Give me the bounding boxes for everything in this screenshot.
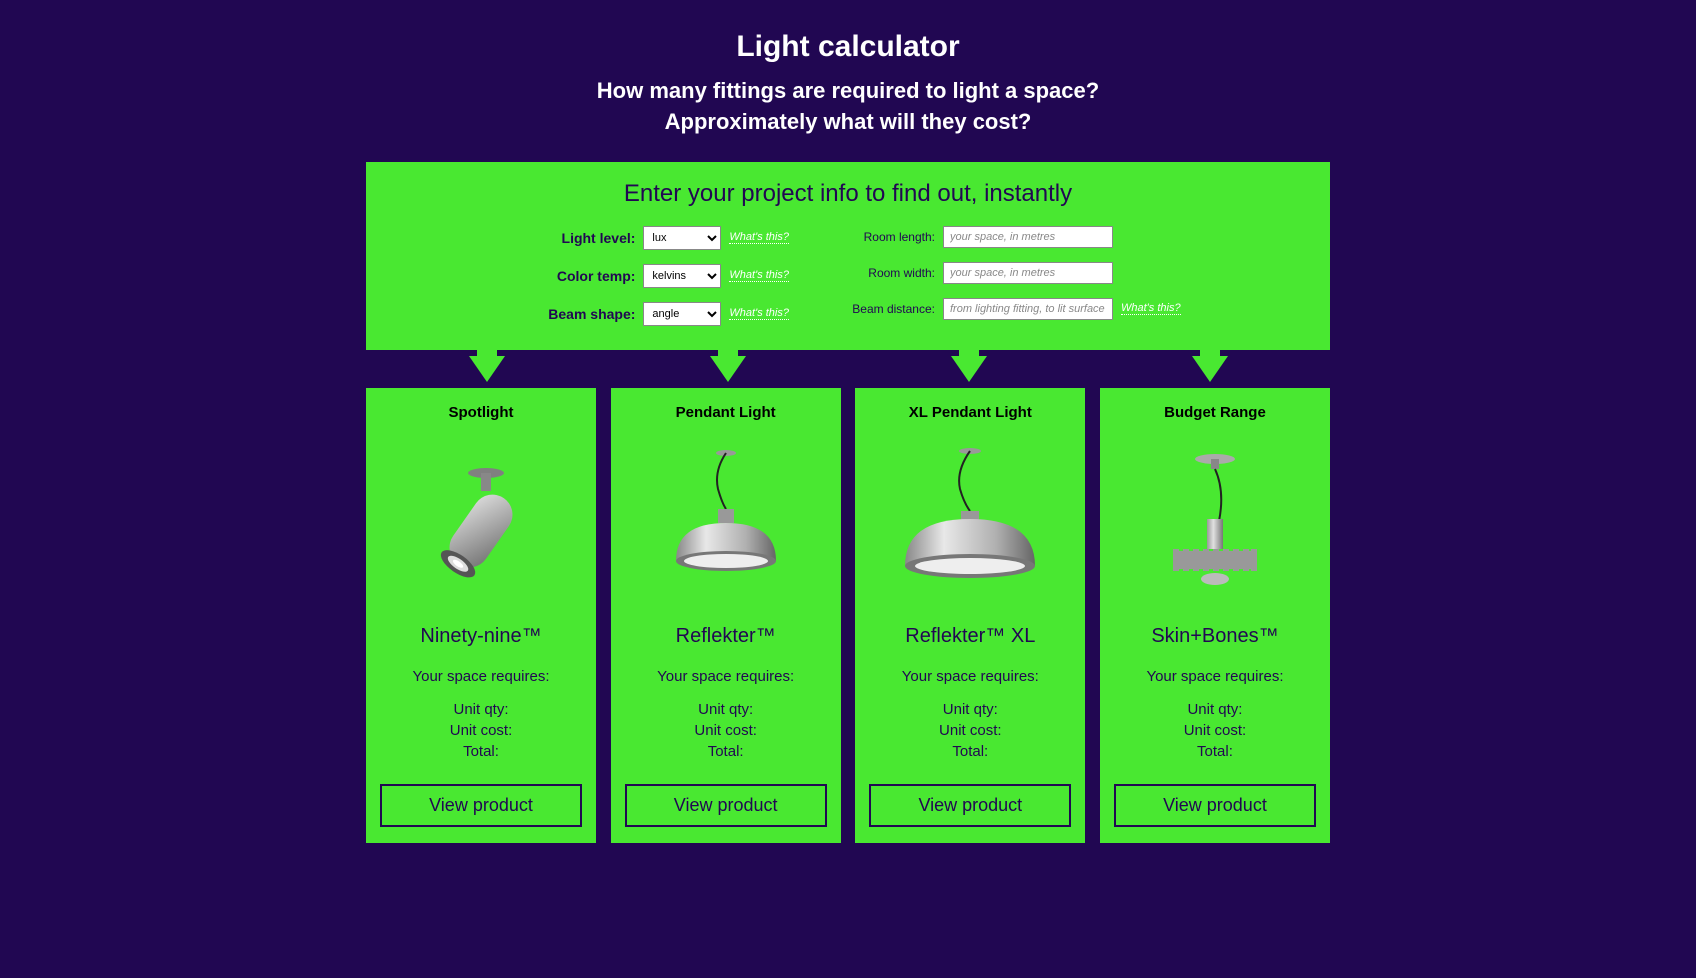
arrow-down-icon: [951, 356, 987, 382]
card-total-label: Total:: [939, 741, 1002, 762]
card-product-name: Reflekter™ XL: [905, 625, 1035, 648]
card-requires-label: Your space requires:: [902, 668, 1039, 685]
card-qty-label: Unit qty:: [1184, 699, 1247, 720]
beam-distance-label: Beam distance:: [825, 302, 935, 316]
view-product-button[interactable]: View product: [869, 784, 1071, 827]
card-requires-label: Your space requires:: [1146, 668, 1283, 685]
view-product-button[interactable]: View product: [380, 784, 582, 827]
beam-distance-input[interactable]: [943, 298, 1113, 320]
card-cost-label: Unit cost:: [450, 720, 513, 741]
card-total-label: Total:: [694, 741, 757, 762]
beam-shape-help-link[interactable]: What's this?: [729, 307, 789, 320]
card-total-label: Total:: [450, 741, 513, 762]
card-qty-label: Unit qty:: [939, 699, 1002, 720]
card-type-label: XL Pendant Light: [909, 404, 1032, 421]
subtitle-line-2: Approximately what will they cost?: [348, 107, 1348, 138]
color-temp-help-link[interactable]: What's this?: [729, 269, 789, 282]
card-product-name: Reflekter™: [676, 625, 776, 648]
color-temp-select[interactable]: kelvins: [643, 264, 721, 288]
card-qty-label: Unit qty:: [694, 699, 757, 720]
color-temp-label: Color temp:: [515, 268, 635, 284]
cards-row: Spotlight: [366, 388, 1330, 843]
beam-shape-select[interactable]: angle: [643, 302, 721, 326]
card-product-name: Skin+Bones™: [1151, 625, 1278, 648]
product-card-pendant: Pendant Light Reflekter™ Yo: [611, 388, 841, 843]
light-level-help-link[interactable]: What's this?: [729, 231, 789, 244]
product-card-xl-pendant: XL Pendant Light Reflekter™ XL: [855, 388, 1085, 843]
card-cost-label: Unit cost:: [694, 720, 757, 741]
arrow-down-icon: [710, 356, 746, 382]
room-width-input[interactable]: [943, 262, 1113, 284]
room-length-label: Room length:: [825, 230, 935, 244]
page-title: Light calculator: [348, 30, 1348, 64]
card-product-name: Ninety-nine™: [420, 625, 541, 648]
light-level-select[interactable]: lux: [643, 226, 721, 250]
card-cost-label: Unit cost:: [1184, 720, 1247, 741]
arrows-row: [366, 356, 1330, 382]
beam-shape-label: Beam shape:: [515, 306, 635, 322]
card-total-label: Total:: [1184, 741, 1247, 762]
light-level-label: Light level:: [515, 230, 635, 246]
card-type-label: Spotlight: [449, 404, 514, 421]
form-heading: Enter your project info to find out, ins…: [390, 180, 1306, 208]
card-qty-label: Unit qty:: [450, 699, 513, 720]
beam-distance-help-link[interactable]: What's this?: [1121, 302, 1181, 315]
page-subtitle: How many fittings are required to light …: [348, 76, 1348, 138]
view-product-button[interactable]: View product: [1114, 784, 1316, 827]
view-product-button[interactable]: View product: [625, 784, 827, 827]
room-width-label: Room width:: [825, 266, 935, 280]
pendant-product-image: [636, 431, 816, 611]
card-requires-label: Your space requires:: [412, 668, 549, 685]
budget-product-image: [1125, 431, 1305, 611]
product-card-spotlight: Spotlight: [366, 388, 596, 843]
form-panel: Enter your project info to find out, ins…: [366, 162, 1330, 350]
arrow-down-icon: [469, 356, 505, 382]
card-cost-label: Unit cost:: [939, 720, 1002, 741]
card-requires-label: Your space requires:: [657, 668, 794, 685]
xl-pendant-product-image: [880, 431, 1060, 611]
card-type-label: Pendant Light: [676, 404, 776, 421]
card-type-label: Budget Range: [1164, 404, 1266, 421]
arrow-down-icon: [1192, 356, 1228, 382]
spotlight-product-image: [391, 431, 571, 611]
room-length-input[interactable]: [943, 226, 1113, 248]
subtitle-line-1: How many fittings are required to light …: [348, 76, 1348, 107]
product-card-budget: Budget Range: [1100, 388, 1330, 843]
